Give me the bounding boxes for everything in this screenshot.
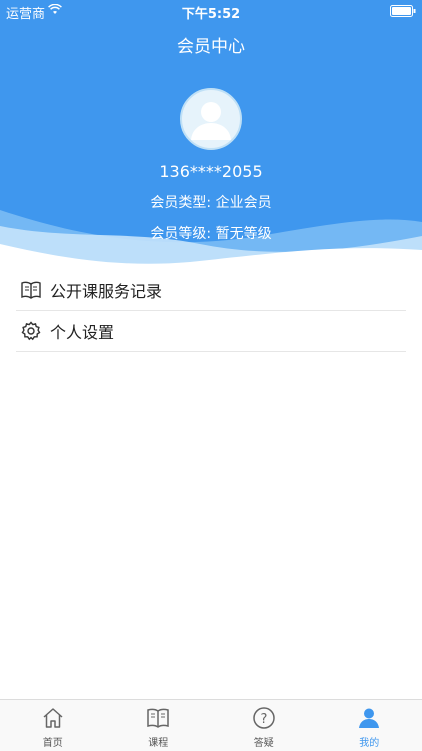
tab-mine[interactable]: 我的: [317, 700, 422, 751]
avatar[interactable]: [180, 88, 242, 150]
menu-item-personal-settings[interactable]: 个人设置: [16, 311, 406, 352]
tab-courses[interactable]: 课程: [106, 700, 212, 751]
status-bar: 运营商 下午5:52: [0, 0, 422, 22]
avatar-person-icon: [182, 90, 240, 148]
status-time: 下午5:52: [0, 3, 422, 22]
book-icon: [20, 279, 42, 301]
question-icon: ?: [252, 706, 276, 730]
tab-label: 首页: [43, 734, 63, 749]
profile-header: 运营商 下午5:52 会员中心 136****2055 会员类型: 企业会员 会…: [0, 0, 422, 272]
profile-menu: 公开课服务记录 个人设置: [16, 270, 406, 352]
member-phone: 136****2055: [0, 162, 422, 181]
member-type: 会员类型: 企业会员: [0, 192, 422, 212]
book-icon: [146, 706, 170, 730]
tab-home[interactable]: 首页: [0, 700, 106, 751]
home-icon: [41, 706, 65, 730]
tab-label: 答疑: [254, 734, 274, 749]
menu-item-label: 个人设置: [50, 319, 114, 343]
menu-item-label: 公开课服务记录: [50, 278, 162, 302]
user-icon: [357, 706, 381, 730]
member-level: 会员等级: 暂无等级: [0, 223, 422, 243]
battery-icon: [390, 5, 416, 17]
svg-text:?: ?: [260, 712, 267, 727]
tab-questions[interactable]: ? 答疑: [211, 700, 317, 751]
tab-bar: 首页 课程 ? 答疑 我的: [0, 699, 422, 751]
page-title: 会员中心: [0, 32, 422, 57]
tab-label: 我的: [359, 734, 379, 749]
tab-label: 课程: [148, 734, 168, 749]
menu-item-course-records[interactable]: 公开课服务记录: [16, 270, 406, 311]
gear-icon: [20, 320, 42, 342]
